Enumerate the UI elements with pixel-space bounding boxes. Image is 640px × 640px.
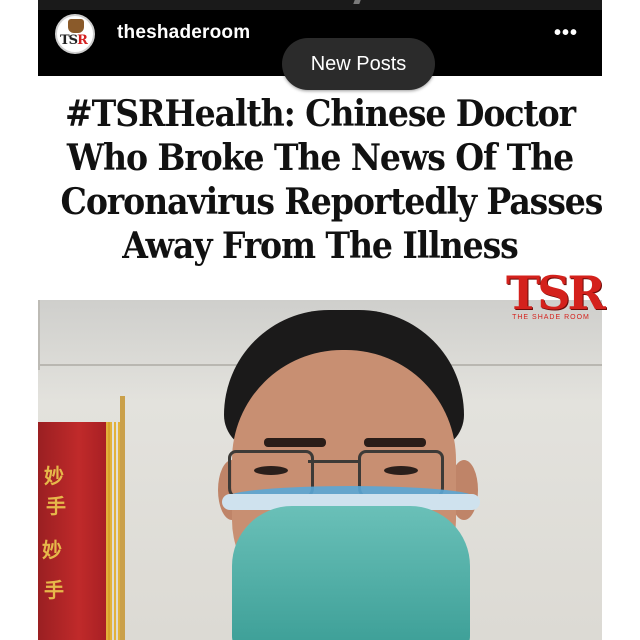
- tsr-logo-tagline: THE SHADE ROOM: [512, 314, 590, 321]
- post-headline: #TSRHealth: Chinese Doctor Who Broke The…: [60, 92, 604, 268]
- headline-line: Coronavirus Reportedly Passes: [60, 181, 604, 223]
- headline-line: #TSRHealth: Chinese Doctor: [65, 93, 576, 135]
- avatar-trophy-icon: [68, 19, 84, 33]
- username[interactable]: theshaderoom: [117, 22, 250, 44]
- headline-line: Who Broke The News Of The: [66, 137, 574, 179]
- headline-line: Away From The Illness: [122, 225, 519, 267]
- new-posts-button[interactable]: New Posts: [282, 38, 435, 90]
- tsr-logo-text: TSR: [506, 266, 606, 320]
- post-photo[interactable]: 妙 手 妙 手: [38, 300, 602, 640]
- avatar[interactable]: TSR: [55, 14, 95, 54]
- previous-post-edge: [38, 0, 602, 10]
- face-mask: [232, 506, 470, 640]
- instagram-post: TSR theshaderoom ••• New Posts #TSRHealt…: [38, 0, 606, 640]
- more-dots-icon[interactable]: •••: [554, 22, 578, 45]
- red-banner-image: 妙 手 妙 手: [38, 422, 120, 640]
- tsr-watermark-logo: TSR THE SHADE ROOM: [506, 266, 606, 338]
- doctor-portrait: [188, 310, 508, 640]
